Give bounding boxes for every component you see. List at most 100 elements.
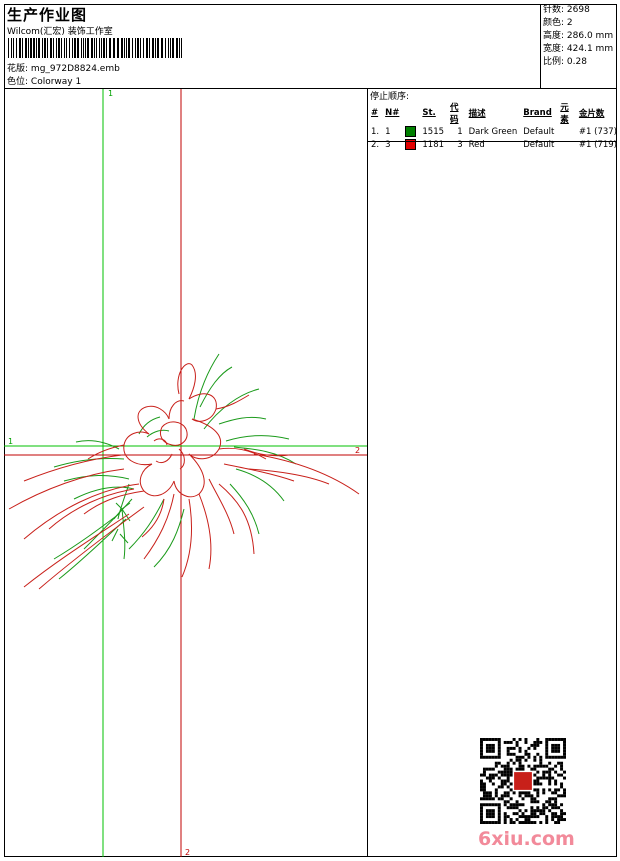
- barcode-bar: [103, 38, 105, 58]
- barcode-bar: [85, 38, 86, 58]
- thread-table-header: # N# St. 代码 描述 Brand 元素 金片数: [368, 101, 620, 125]
- barcode-bar: [33, 38, 35, 58]
- barcode-bar: [11, 38, 12, 58]
- stat-stitches: 针数: 2698: [543, 5, 590, 15]
- barcode-bar: [170, 38, 171, 58]
- barcode-bar: [172, 38, 174, 58]
- barcode-bar: [30, 38, 32, 58]
- design-label: 花版:: [7, 64, 29, 74]
- colorway-row: 色位: Colorway 1: [7, 74, 81, 87]
- embroidery-preview: [4, 89, 367, 857]
- col-sequin-count: 金片数: [578, 109, 605, 119]
- barcode-bar: [58, 38, 60, 58]
- barcode-bar: [161, 38, 163, 58]
- barcode-bar: [77, 38, 79, 58]
- barcode-bar: [137, 38, 139, 58]
- guide-label-v2: 2: [185, 848, 191, 857]
- stat-width: 宽度: 424.1 mm: [543, 44, 614, 54]
- barcode-bar: [155, 38, 156, 58]
- stat-scale: 比例: 0.28: [543, 57, 587, 67]
- design-value: mg_972D8824.emb: [30, 64, 120, 74]
- barcode-bar: [69, 38, 70, 58]
- col-stitches: St.: [422, 108, 436, 118]
- barcode-bar: [42, 38, 43, 58]
- barcode-bar: [124, 38, 125, 58]
- barcode-bar: [113, 38, 115, 58]
- qr-seal-logo: [514, 772, 532, 790]
- barcode-bar: [44, 38, 46, 58]
- barcode-bar: [66, 38, 67, 58]
- barcode-bar: [179, 38, 180, 58]
- barcode-bar: [16, 38, 17, 58]
- barcode-bar: [50, 38, 52, 58]
- barcode-bar: [72, 38, 73, 58]
- table-bottom-rule: [367, 141, 617, 142]
- barcode-bar: [128, 38, 130, 58]
- barcode-bar: [87, 38, 89, 58]
- barcode-bar: [126, 38, 127, 58]
- col-swatch: [402, 101, 419, 125]
- col-index: #: [371, 108, 379, 118]
- guide-label-h2: 2: [355, 446, 361, 455]
- guide-label-h1: 1: [8, 437, 14, 446]
- studio-name: Wilcom(汇宏) 装饰工作室: [7, 27, 113, 37]
- barcode-bar: [13, 38, 14, 58]
- barcode-bar: [81, 38, 82, 58]
- barcode-bar: [165, 38, 166, 58]
- barcode-bar: [47, 38, 48, 58]
- barcode-bar: [146, 38, 148, 58]
- barcode-bar: [132, 38, 133, 58]
- green-thread-layer: [53, 353, 297, 580]
- barcode-bar: [117, 38, 119, 58]
- barcode-bar: [96, 38, 97, 58]
- barcode-bar: [91, 38, 93, 58]
- guide-label-v1: 1: [108, 89, 114, 98]
- barcode-bar: [121, 38, 123, 58]
- barcode-bar: [36, 38, 37, 58]
- table-row: 2. 3 1181 3 Red Default #1 (719): [371, 139, 617, 150]
- col-brand: Brand: [523, 108, 552, 118]
- barcode-bar: [101, 38, 102, 58]
- barcode-bar: [64, 38, 65, 58]
- col-code: 代码: [450, 103, 459, 125]
- barcode-bar: [135, 38, 136, 58]
- barcode-bar: [8, 38, 9, 58]
- barcode-bar: [22, 38, 23, 58]
- barcode-bar: [99, 38, 100, 58]
- barcode-bar: [140, 38, 141, 58]
- stat-colors: 颜色: 2: [543, 18, 573, 28]
- barcode-bar: [181, 38, 182, 58]
- design-stats: 针数: 2698 颜色: 2 高度: 286.0 mm 宽度: 424.1 mm…: [543, 4, 613, 69]
- barcode-bar: [61, 38, 62, 58]
- barcode-bar: [38, 38, 40, 58]
- page-title: 生产作业图: [7, 6, 88, 24]
- colorway-label: 色位:: [7, 77, 29, 87]
- red-thread-layer: [8, 363, 360, 590]
- barcode-bar: [149, 38, 150, 58]
- qr-code: [480, 738, 566, 824]
- barcode-bar: [53, 38, 54, 58]
- stat-height: 高度: 286.0 mm: [543, 31, 614, 41]
- stats-divider: [540, 4, 541, 88]
- col-description: 描述: [468, 109, 486, 119]
- table-row: 1. 1 1515 1 Dark Green Default #1 (737): [371, 126, 617, 137]
- barcode-bar: [168, 38, 169, 58]
- barcode-bar: [83, 38, 84, 58]
- col-needle: N#: [385, 108, 400, 118]
- barcode-bar: [94, 38, 95, 58]
- design-canvas: 1 2 1 2: [4, 89, 367, 857]
- barcode-bar: [152, 38, 154, 58]
- colorway-value: Colorway 1: [30, 77, 82, 87]
- thread-swatch: [405, 126, 417, 137]
- design-file-row: 花版: mg_972D8824.emb: [7, 61, 120, 74]
- barcode: [8, 38, 184, 58]
- barcode-bar: [28, 38, 29, 58]
- barcode-bar: [56, 38, 57, 58]
- barcode-bar: [74, 38, 76, 58]
- barcode-bar: [106, 38, 107, 58]
- thread-table: # N# St. 代码 描述 Brand 元素 金片数 1. 1 1515 1 …: [368, 101, 620, 151]
- col-element: 元素: [560, 103, 569, 125]
- barcode-bar: [157, 38, 159, 58]
- barcode-bar: [19, 38, 21, 58]
- barcode-bar: [176, 38, 178, 58]
